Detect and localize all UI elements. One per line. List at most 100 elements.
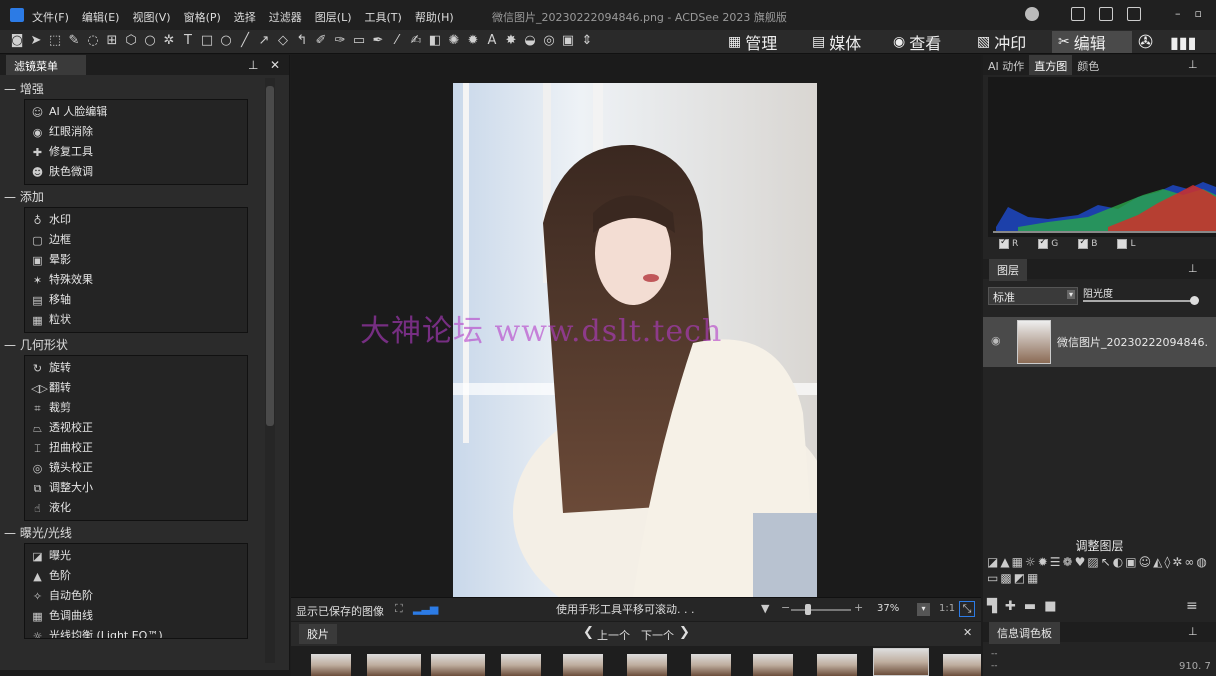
menu-layer[interactable]: 图层(L)	[315, 9, 352, 25]
photo-adjust-icon[interactable]: ▣	[1125, 555, 1136, 569]
filter-crop[interactable]: ⌗ 裁剪	[25, 398, 247, 418]
drop-adjust-icon[interactable]: ◊	[1164, 555, 1170, 569]
fill-tool-icon[interactable]: ✍	[409, 33, 423, 49]
tone-adjust-icon[interactable]: ◐	[1113, 555, 1123, 569]
gear-icon[interactable]: ✹	[466, 33, 480, 49]
zoom-out-icon[interactable]: −	[781, 601, 790, 614]
pin-icon[interactable]: ⊥	[248, 58, 258, 72]
film-thumbnail[interactable]	[943, 654, 981, 676]
mode-365[interactable]: ✇	[1138, 31, 1153, 53]
pin-icon[interactable]: ⊥	[1188, 625, 1198, 638]
info-tab[interactable]: 信息调色板	[989, 622, 1060, 644]
panel-toggle-icon[interactable]: ▣	[561, 33, 575, 49]
light-tool-icon[interactable]: ✸	[504, 33, 518, 49]
filter-perspective[interactable]: ⏢ 透视校正	[25, 418, 247, 438]
channel-l[interactable]: L	[1117, 239, 1135, 249]
layout-bottom-icon[interactable]	[1099, 7, 1114, 21]
color-swatch-icon[interactable]: ◧	[428, 33, 442, 49]
levels-adjust-icon[interactable]: ▲	[1000, 555, 1009, 569]
filter-repair[interactable]: ✚ 修复工具	[25, 142, 247, 162]
channel-b[interactable]: B	[1078, 237, 1097, 249]
filter-auto-levels[interactable]: ✧ 自动色阶	[25, 586, 247, 606]
expand-icon[interactable]: ⇕	[580, 33, 594, 49]
prev-chevron-icon[interactable]: ❮	[583, 625, 594, 640]
checkbox[interactable]	[999, 237, 1009, 249]
filter-watermark[interactable]: ♁ 水印	[25, 210, 247, 230]
show-saved-label[interactable]: 显示已保存的图像	[296, 603, 384, 619]
section-add-header[interactable]: — 添加	[4, 187, 248, 207]
menu-edit[interactable]: 编辑(E)	[82, 9, 120, 25]
checkbox[interactable]	[1038, 237, 1049, 249]
menu-view[interactable]: 视图(V)	[132, 9, 170, 25]
filter-special-effects[interactable]: ✶ 特殊效果	[25, 270, 247, 290]
filter-levels[interactable]: ▲ 色阶	[25, 566, 247, 586]
pin-icon[interactable]: ⊥	[1188, 58, 1198, 71]
filter-tilt-shift[interactable]: ▤ 移轴	[25, 290, 247, 310]
smudge-tool-icon[interactable]: ✒	[371, 33, 385, 49]
tab-ai-actions[interactable]: AI 动作	[983, 55, 1029, 75]
layer-icon[interactable]: ◙	[10, 33, 24, 49]
layout-right-icon[interactable]	[1127, 7, 1142, 21]
layout-left-icon[interactable]	[1071, 7, 1086, 21]
mode-manage[interactable]: ▦ 管理	[728, 31, 777, 53]
sharpen-adjust-icon[interactable]: ↖	[1101, 555, 1111, 569]
filter-grain[interactable]: ▦ 粒状	[25, 310, 247, 330]
zoom-slider[interactable]	[791, 609, 851, 611]
filter-border[interactable]: ▢ 边框	[25, 230, 247, 250]
line-tool-icon[interactable]: ╱	[238, 33, 252, 49]
close-icon[interactable]: ✕	[270, 58, 280, 72]
vibrance-adjust-icon[interactable]: ♥	[1075, 555, 1086, 569]
zoom-slider-thumb[interactable]	[805, 604, 811, 615]
settings-icon[interactable]: ✺	[447, 33, 461, 49]
visibility-eye-icon[interactable]: ◉	[991, 334, 1001, 347]
fullscreen-icon[interactable]: ⛶	[395, 602, 403, 616]
shape-tool-icon[interactable]: ◇	[276, 33, 290, 49]
tab-histogram[interactable]: 直方图	[1029, 55, 1073, 75]
actual-size-label[interactable]: 1:1	[939, 603, 955, 614]
new-layer-icon[interactable]: ▜	[987, 599, 997, 614]
film-thumbnail[interactable]	[501, 654, 541, 676]
polygon-tool-icon[interactable]: ⬡	[124, 33, 138, 49]
bucket-tool-icon[interactable]: ◒	[523, 33, 537, 49]
lasso-tool-icon[interactable]: ◌	[86, 33, 100, 49]
filter-flip[interactable]: ◁▷ 翻转	[25, 378, 247, 398]
curves-adjust-icon[interactable]: ▦	[1012, 555, 1023, 569]
section-exposure-header[interactable]: — 曝光/光线	[4, 523, 248, 543]
filter-distortion[interactable]: ⌶ 扭曲校正	[25, 438, 247, 458]
opacity-slider-thumb[interactable]	[1190, 296, 1199, 305]
clone-tool-icon[interactable]: ✑	[333, 33, 347, 49]
move-tool-icon[interactable]: ➤	[29, 33, 43, 49]
arrow-tool-icon[interactable]: ↗	[257, 33, 271, 49]
tab-color[interactable]: 颜色	[1072, 55, 1104, 75]
delete-icon[interactable]: ■	[1044, 599, 1056, 614]
next-chevron-icon[interactable]: ❯	[679, 625, 690, 640]
mode-dashboard[interactable]: ▮▮▮	[1170, 31, 1196, 53]
noise-adjust-icon[interactable]: ✲	[1172, 555, 1182, 569]
account-icon[interactable]	[1025, 7, 1040, 21]
minimize-icon[interactable]: –	[1175, 7, 1181, 21]
filter-skin-tune[interactable]: ☻ 肤色微调	[25, 162, 247, 182]
frame-adjust-icon[interactable]: ▭	[987, 571, 998, 585]
filter-menu-tab[interactable]: 滤镜菜单	[6, 55, 86, 75]
exposure-adjust-icon[interactable]: ◪	[987, 555, 998, 569]
filter-ai-face[interactable]: ☺ AI 人脸编辑	[25, 102, 247, 122]
filter-tone-curves[interactable]: ▦ 色调曲线	[25, 606, 247, 626]
magic-wand-icon[interactable]: ✲	[162, 33, 176, 49]
mode-develop[interactable]: ▧ 冲印	[977, 31, 1026, 53]
filter-resize[interactable]: ⧉ 调整大小	[25, 478, 247, 498]
checkbox[interactable]	[1117, 239, 1128, 249]
film-thumbnail[interactable]	[367, 654, 421, 676]
light-adjust-icon[interactable]: ☼	[1025, 555, 1036, 569]
filmstrip-close-icon[interactable]: ✕	[963, 626, 972, 639]
layers-tab[interactable]: 图层	[989, 259, 1027, 281]
zoom-dropdown-icon[interactable]: ▼	[761, 602, 769, 615]
fit-icon[interactable]: ⤡	[959, 601, 975, 617]
next-button[interactable]: 下一个	[641, 627, 674, 643]
mask-tool-icon[interactable]: ◎	[542, 33, 556, 49]
rectangle-tool-icon[interactable]: □	[200, 33, 214, 49]
mode-edit[interactable]: ✂ 编辑	[1052, 31, 1132, 53]
face-adjust-icon[interactable]: ☺	[1139, 555, 1152, 569]
histogram-icon[interactable]: ▂▃▅	[413, 602, 438, 615]
bw-adjust-icon[interactable]: ▨	[1087, 555, 1098, 569]
gradient-adjust-icon[interactable]: ▩	[1000, 571, 1011, 585]
